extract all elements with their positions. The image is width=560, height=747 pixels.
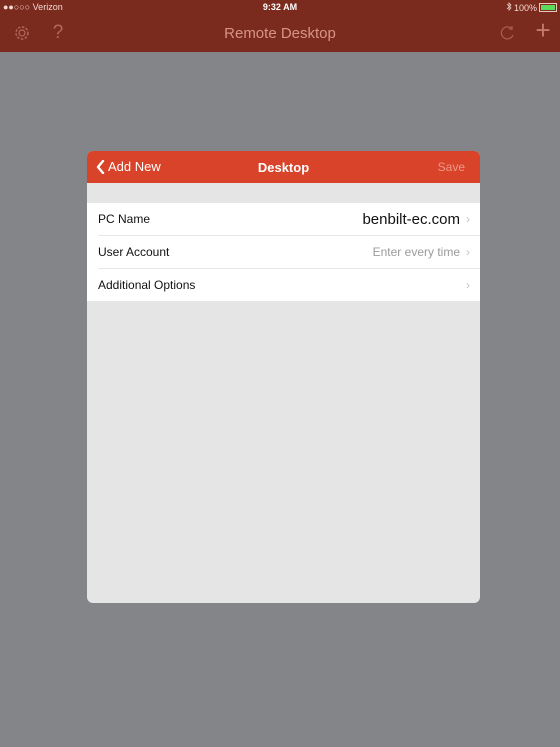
chevron-right-icon: › xyxy=(466,245,470,259)
modal-title: Desktop xyxy=(257,160,310,175)
app-title: Remote Desktop xyxy=(224,25,336,42)
plus-icon[interactable]: + xyxy=(533,15,553,45)
chevron-right-icon: › xyxy=(466,278,470,292)
battery-indicator: 100% xyxy=(506,2,557,13)
additional-options-row[interactable]: Additional Options › xyxy=(98,268,480,301)
additional-options-label: Additional Options xyxy=(98,278,196,292)
chevron-right-icon: › xyxy=(466,212,470,226)
clock: 9:32 AM xyxy=(262,2,298,12)
save-button[interactable]: Save xyxy=(438,160,465,174)
pc-name-value: benbilt-ec.com xyxy=(362,210,460,228)
user-account-label: User Account xyxy=(98,245,170,259)
modal-header: Add New Desktop Save xyxy=(87,151,480,183)
pc-name-row[interactable]: PC Name benbilt-ec.com › xyxy=(98,203,480,235)
user-account-value: Enter every time xyxy=(372,245,460,259)
pc-name-label: PC Name xyxy=(98,212,151,226)
user-account-row[interactable]: User Account Enter every time › xyxy=(98,235,480,268)
battery-icon xyxy=(539,3,557,12)
app-navbar: ? Remote Desktop + xyxy=(0,15,560,52)
settings-list: PC Name benbilt-ec.com › User Account En… xyxy=(87,203,480,301)
refresh-icon[interactable] xyxy=(498,23,518,43)
add-desktop-modal: Add New Desktop Save PC Name benbilt-ec.… xyxy=(87,151,480,603)
bluetooth-icon xyxy=(506,2,512,13)
status-bar: ●●○○○ Verizon 9:32 AM 100% xyxy=(0,0,560,15)
battery-percent: 100% xyxy=(513,2,537,13)
